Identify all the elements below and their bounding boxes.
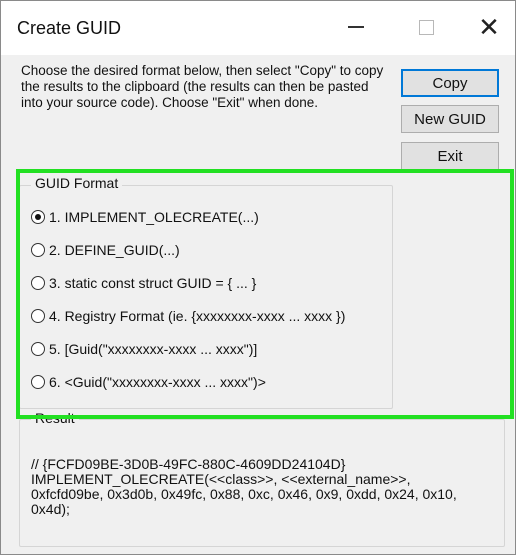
guid-format-label: GUID Format (31, 175, 123, 191)
copy-button[interactable]: Copy (401, 69, 499, 97)
format-option-2[interactable]: 2. DEFINE_GUID(...) (31, 239, 180, 261)
result-text: // {FCFD09BE-3D0B-49FC-880C-4609DD24104D… (31, 456, 457, 517)
format-option-label: 3. static const struct GUID = { ... } (49, 275, 257, 291)
exit-button[interactable]: Exit (401, 142, 499, 170)
radio-button[interactable] (31, 276, 45, 290)
format-option-label: 4. Registry Format (ie. {xxxxxxxx-xxxx .… (49, 308, 346, 324)
radio-button[interactable] (31, 342, 45, 356)
format-option-1[interactable]: 1. IMPLEMENT_OLECREATE(...) (31, 206, 259, 228)
minimize-button[interactable] (333, 7, 379, 47)
format-option-label: 1. IMPLEMENT_OLECREATE(...) (49, 209, 259, 225)
radio-button[interactable] (31, 309, 45, 323)
format-option-3[interactable]: 3. static const struct GUID = { ... } (31, 272, 256, 294)
format-option-4[interactable]: 4. Registry Format (ie. {xxxxxxxx-xxxx .… (31, 305, 345, 327)
maximize-icon (418, 19, 434, 35)
window-title: Create GUID (17, 18, 122, 38)
radio-button[interactable] (31, 243, 45, 257)
format-option-6[interactable]: 6. <Guid("xxxxxxxx-xxxx ... xxxx")> (31, 371, 266, 393)
result-label: Result (31, 410, 79, 426)
format-option-label: 6. <Guid("xxxxxxxx-xxxx ... xxxx")> (49, 374, 266, 390)
radio-button[interactable] (31, 210, 45, 224)
create-guid-window: Create GUID ✕ Choose the desired format … (0, 0, 516, 555)
format-option-5[interactable]: 5. [Guid("xxxxxxxx-xxxx ... xxxx")] (31, 338, 257, 360)
close-button[interactable]: ✕ (466, 7, 512, 47)
format-option-label: 5. [Guid("xxxxxxxx-xxxx ... xxxx")] (49, 341, 258, 357)
new-guid-button[interactable]: New GUID (401, 105, 499, 133)
minimize-icon (348, 26, 364, 28)
format-option-label: 2. DEFINE_GUID(...) (49, 242, 180, 258)
instructions-text: Choose the desired format below, then se… (21, 63, 384, 110)
close-icon: ✕ (478, 12, 500, 42)
maximize-button[interactable] (403, 7, 449, 47)
title-bar: Create GUID ✕ (1, 1, 515, 55)
radio-button[interactable] (31, 375, 45, 389)
